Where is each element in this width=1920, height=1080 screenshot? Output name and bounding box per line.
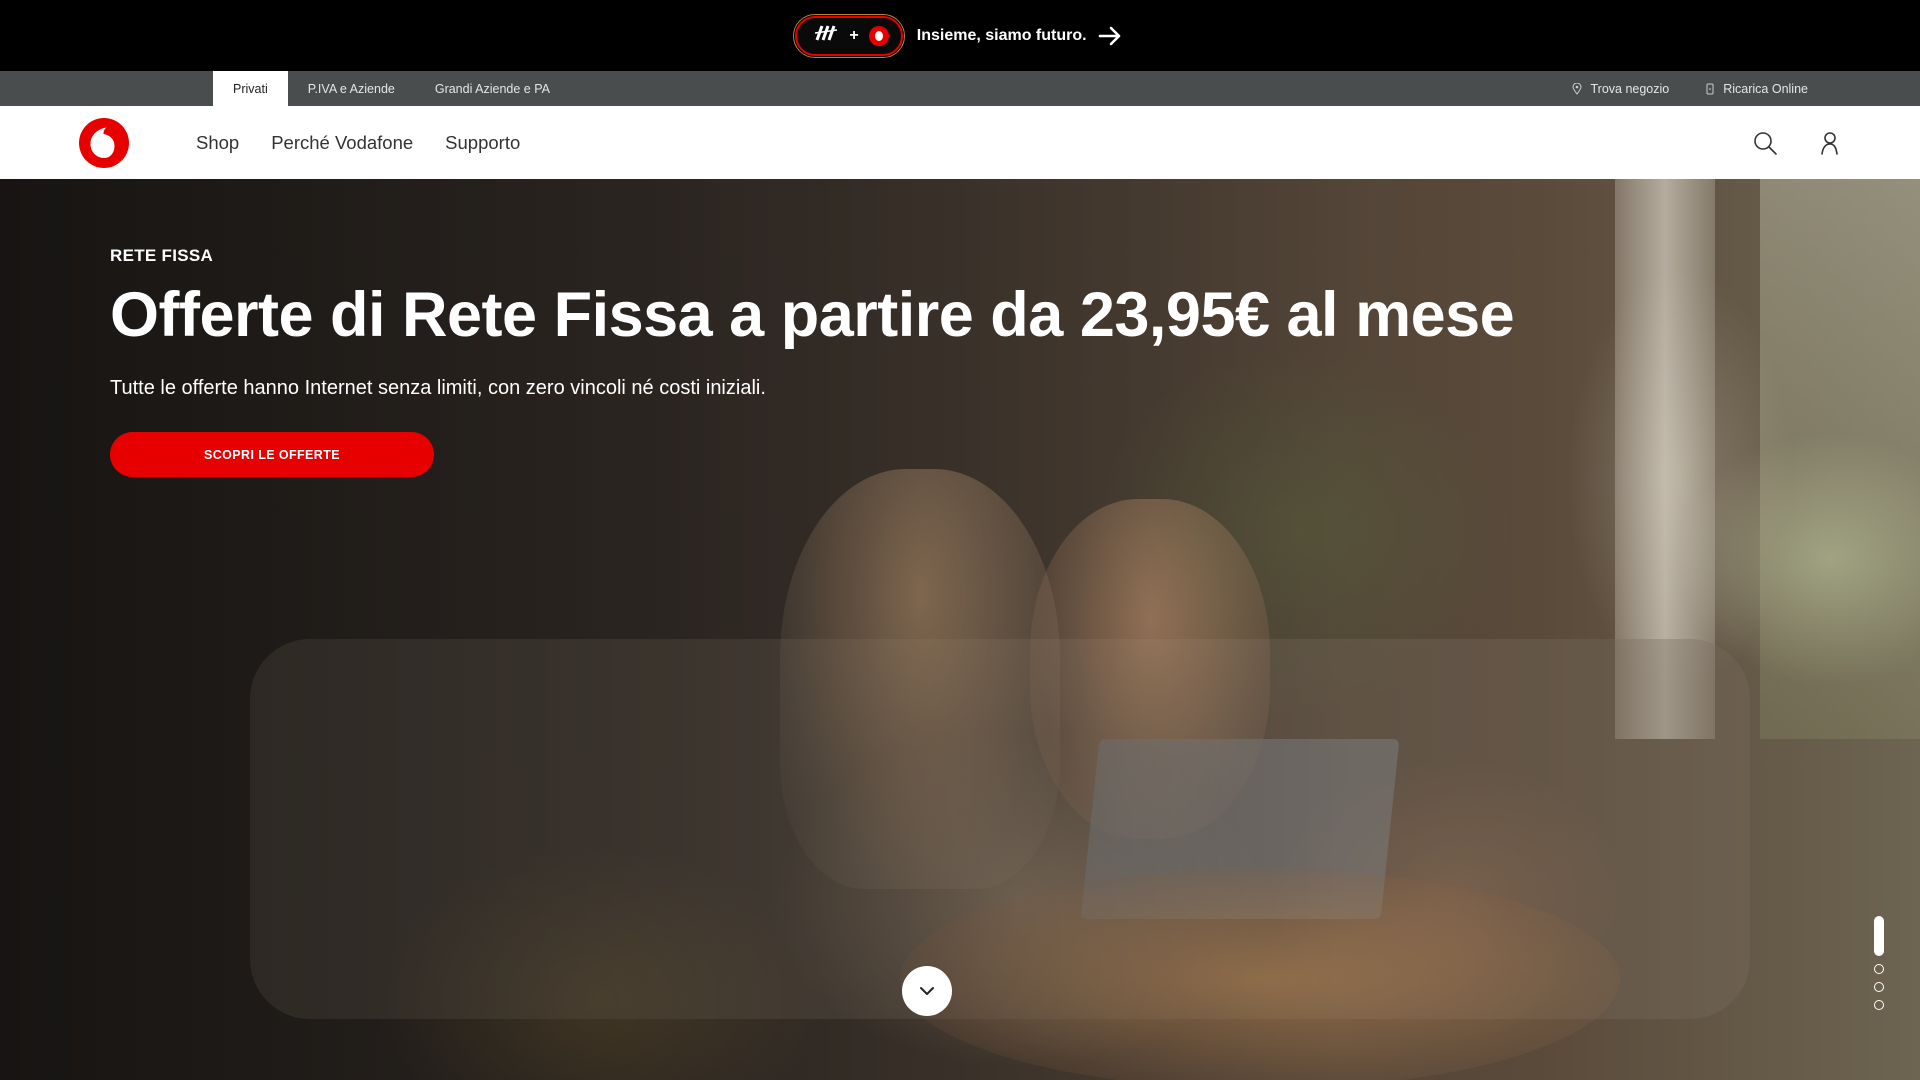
hero-banner: RETE FISSA Offerte di Rete Fissa a parti… [0,179,1920,1080]
location-pin-icon [1572,82,1582,95]
carousel-dot-2[interactable] [1874,964,1884,974]
promo-bar[interactable]: + Insieme, siamo futuro. [0,0,1920,71]
main-nav: Shop Perché Vodafone Supporto [196,132,520,154]
search-icon[interactable] [1752,130,1778,156]
vodafone-mini-logo-icon [868,25,889,46]
hero-content: RETE FISSA Offerte di Rete Fissa a parti… [110,246,1515,477]
hero-eyebrow: RETE FISSA [110,246,214,265]
ricarica-online-link[interactable]: Ricarica Online [1705,71,1808,106]
user-icon[interactable] [1816,130,1842,156]
segment-tabs: Privati P.IVA e Aziende Grandi Aziende e… [213,71,570,106]
chevron-down-icon [920,987,934,995]
plus-sign: + [849,26,859,44]
trova-negozio-label: Trova negozio [1590,81,1670,96]
scopri-offerte-button[interactable]: SCOPRI LE OFFERTE [110,432,434,477]
segment-tab-privati[interactable]: Privati [213,71,288,106]
scroll-down-button[interactable] [902,966,952,1016]
segment-tab-grandi-aziende[interactable]: Grandi Aziende e PA [415,71,570,106]
hero-headline: Offerte di Rete Fissa a partire da 23,95… [110,280,1515,350]
phone-topup-icon [1706,83,1714,94]
vodafone-logo[interactable] [79,117,129,168]
arrow-right-icon[interactable] [1095,21,1125,51]
segment-bar: Privati P.IVA e Aziende Grandi Aziende e… [0,71,1920,106]
carousel-dot-3[interactable] [1874,982,1884,992]
partner-logo-icon [813,24,839,47]
carousel-dot-4[interactable] [1874,1000,1884,1010]
carousel-pagination [1874,916,1884,1010]
hero-subline: Tutte le offerte hanno Internet senza li… [110,377,766,399]
carousel-dot-1[interactable] [1874,916,1884,956]
nav-supporto[interactable]: Supporto [445,132,520,154]
nav-perche-vodafone[interactable]: Perché Vodafone [271,132,413,154]
segment-tab-piva-aziende[interactable]: P.IVA e Aziende [288,71,415,106]
promo-text[interactable]: Insieme, siamo futuro. [917,27,1087,45]
promo-badge: + [793,13,906,58]
trova-negozio-link[interactable]: Trova negozio [1572,71,1669,106]
ricarica-online-label: Ricarica Online [1723,81,1808,96]
nav-shop[interactable]: Shop [196,132,239,154]
utility-links: Trova negozio Ricarica Online [1572,71,1808,106]
header-actions [1752,130,1842,156]
main-header: Shop Perché Vodafone Supporto [0,106,1920,179]
